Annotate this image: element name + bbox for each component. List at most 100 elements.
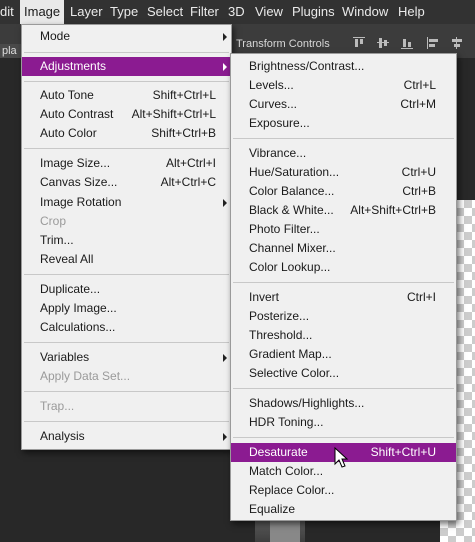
menu-item-label: Levels... [249, 78, 294, 92]
menu-separator [24, 421, 229, 422]
menu-separator [24, 81, 229, 82]
menu-item-hdr-toning[interactable]: HDR Toning... [231, 413, 456, 432]
menu-item-label: Replace Color... [249, 483, 335, 497]
menu-item-shortcut: Shift+Ctrl+L [152, 88, 216, 102]
menu-edit[interactable]: dit [0, 0, 14, 24]
menu-item-gradient-map[interactable]: Gradient Map... [231, 345, 456, 364]
menu-item-invert[interactable]: Invert Ctrl+I [231, 288, 456, 307]
menu-item-adjustments[interactable]: Adjustments [22, 57, 231, 76]
menu-item-shortcut: Ctrl+B [402, 184, 436, 198]
menu-item-label: Exposure... [249, 116, 310, 130]
menu-item-crop: Crop [22, 212, 231, 231]
menu-item-shadows-highlights[interactable]: Shadows/Highlights... [231, 394, 456, 413]
menu-item-label: Calculations... [40, 320, 116, 334]
menu-item-trim[interactable]: Trim... [22, 231, 231, 250]
menu-plugins[interactable]: Plugins [292, 0, 335, 24]
menu-item-hue-saturation[interactable]: Hue/Saturation... Ctrl+U [231, 163, 456, 182]
menu-item-reveal-all[interactable]: Reveal All [22, 250, 231, 269]
menu-item-label: Curves... [249, 97, 298, 111]
menu-item-label: Analysis [40, 429, 85, 443]
menu-item-shortcut: Ctrl+L [403, 78, 436, 92]
menu-view[interactable]: View [255, 0, 283, 24]
photoshop-window: dit Image Layer Type Select Filter 3D Vi… [0, 0, 475, 542]
menu-item-label: Image Rotation [40, 195, 122, 209]
menu-separator [233, 282, 454, 283]
submenu-arrow-icon [223, 63, 227, 71]
align-hcenter-icon[interactable] [450, 36, 464, 50]
menu-item-label: Posterize... [249, 309, 310, 323]
menu-item-channel-mixer[interactable]: Channel Mixer... [231, 239, 456, 258]
menu-item-label: Auto Contrast [40, 107, 114, 121]
menu-item-label: Trim... [40, 233, 74, 247]
menu-item-color-balance[interactable]: Color Balance... Ctrl+B [231, 182, 456, 201]
menu-item-label: Apply Data Set... [40, 369, 131, 383]
menu-item-replace-color[interactable]: Replace Color... [231, 481, 456, 500]
align-bottom-icon[interactable] [400, 36, 414, 50]
menu-item-curves[interactable]: Curves... Ctrl+M [231, 95, 456, 114]
menu-item-label: Apply Image... [40, 301, 117, 315]
menu-item-label: Desaturate [249, 445, 308, 459]
menu-item-variables[interactable]: Variables [22, 348, 231, 367]
align-left-icon[interactable] [426, 36, 440, 50]
menu-separator [24, 148, 229, 149]
menu-item-auto-contrast[interactable]: Auto Contrast Alt+Shift+Ctrl+L [22, 105, 231, 124]
menu-item-exposure[interactable]: Exposure... [231, 114, 456, 133]
menu-item-label: Color Balance... [249, 184, 335, 198]
menu-item-selective-color[interactable]: Selective Color... [231, 364, 456, 383]
menu-bar: dit Image Layer Type Select Filter 3D Vi… [0, 0, 475, 24]
menu-item-duplicate[interactable]: Duplicate... [22, 280, 231, 299]
menu-select[interactable]: Select [147, 0, 183, 24]
menu-item-brightness-contrast[interactable]: Brightness/Contrast... [231, 57, 456, 76]
menu-image[interactable]: Image [20, 0, 65, 24]
menu-item-calculations[interactable]: Calculations... [22, 318, 231, 337]
menu-item-shortcut: Ctrl+U [401, 165, 436, 179]
mouse-pointer-icon [334, 447, 349, 468]
menu-item-levels[interactable]: Levels... Ctrl+L [231, 76, 456, 95]
menu-item-shortcut: Alt+Shift+Ctrl+L [131, 107, 216, 121]
menu-item-image-rotation[interactable]: Image Rotation [22, 193, 231, 212]
menu-item-label: Black & White... [249, 203, 334, 217]
menu-item-label: Auto Color [40, 126, 97, 140]
submenu-arrow-icon [223, 199, 227, 207]
menu-type[interactable]: Type [110, 0, 138, 24]
menu-item-label: Vibrance... [249, 146, 307, 160]
menu-item-apply-image[interactable]: Apply Image... [22, 299, 231, 318]
menu-item-apply-data-set: Apply Data Set... [22, 367, 231, 386]
menu-layer[interactable]: Layer [70, 0, 103, 24]
menu-item-black-white[interactable]: Black & White... Alt+Shift+Ctrl+B [231, 201, 456, 220]
menu-filter[interactable]: Filter [190, 0, 219, 24]
menu-item-shortcut: Alt+Ctrl+C [160, 175, 216, 189]
menu-item-shortcut: Shift+Ctrl+B [151, 126, 216, 140]
menu-item-auto-color[interactable]: Auto Color Shift+Ctrl+B [22, 124, 231, 143]
menu-item-auto-tone[interactable]: Auto Tone Shift+Ctrl+L [22, 86, 231, 105]
menu-item-label: Invert [249, 290, 280, 304]
menu-item-canvas-size[interactable]: Canvas Size... Alt+Ctrl+C [22, 173, 231, 192]
menu-item-label: Reveal All [40, 252, 94, 266]
menu-item-label: Trap... [40, 399, 75, 413]
submenu-arrow-icon [223, 33, 227, 41]
align-vcenter-icon[interactable] [376, 36, 390, 50]
menu-item-label: Photo Filter... [249, 222, 320, 236]
align-top-icon[interactable] [352, 36, 366, 50]
menu-item-equalize[interactable]: Equalize [231, 500, 456, 519]
transform-controls-label[interactable]: Transform Controls [236, 38, 330, 50]
menu-item-threshold[interactable]: Threshold... [231, 326, 456, 345]
submenu-arrow-icon [223, 354, 227, 362]
menu-separator [24, 342, 229, 343]
menu-separator [233, 437, 454, 438]
menu-item-color-lookup[interactable]: Color Lookup... [231, 258, 456, 277]
menu-window[interactable]: Window [342, 0, 388, 24]
menu-item-analysis[interactable]: Analysis [22, 427, 231, 446]
menu-item-image-size[interactable]: Image Size... Alt+Ctrl+I [22, 154, 231, 173]
menu-item-vibrance[interactable]: Vibrance... [231, 144, 456, 163]
menu-help[interactable]: Help [398, 0, 425, 24]
menu-item-mode[interactable]: Mode [22, 27, 231, 46]
menu-3d[interactable]: 3D [228, 0, 245, 24]
menu-item-label: Mode [40, 29, 71, 43]
menu-item-shortcut: Shift+Ctrl+U [370, 445, 436, 459]
menu-item-photo-filter[interactable]: Photo Filter... [231, 220, 456, 239]
menu-item-label: Crop [40, 214, 67, 228]
menu-item-posterize[interactable]: Posterize... [231, 307, 456, 326]
menu-item-label: Canvas Size... [40, 175, 118, 189]
menu-separator [233, 138, 454, 139]
